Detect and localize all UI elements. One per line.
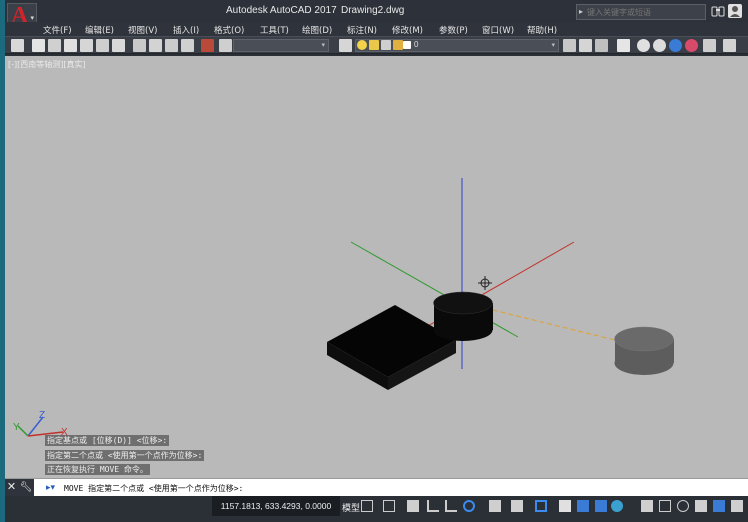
binoculars-icon[interactable] — [711, 5, 725, 17]
saveas-icon[interactable] — [80, 39, 93, 52]
realistic-icon[interactable] — [653, 39, 666, 52]
wrench-icon[interactable]: 🔧︎ — [18, 479, 34, 496]
isolate-icon[interactable] — [695, 500, 707, 512]
menu-window[interactable]: 窗口(W) — [482, 24, 514, 36]
workspace-switch-icon[interactable] — [659, 500, 671, 512]
make-current-icon[interactable] — [563, 39, 576, 52]
unlock-icon[interactable] — [393, 40, 403, 50]
ucs-y-label: Y — [13, 422, 20, 433]
menu-file[interactable]: 文件(F) — [43, 24, 72, 36]
title-bar: Autodesk AutoCAD 2017 Drawing2.dwg ▸ — [5, 0, 748, 22]
save-icon[interactable] — [64, 39, 77, 52]
menu-help[interactable]: 帮助(H) — [527, 24, 557, 36]
layer-properties-icon[interactable] — [339, 39, 352, 52]
ucs-icon: Z X Y — [13, 410, 68, 438]
status-bar: 1157.1813, 633.4293, 0.0000 模型 — [5, 496, 748, 522]
search-box[interactable]: ▸ — [576, 4, 706, 20]
drawing-viewport[interactable]: [-][西南等轴测][真实] Z X Y 指定基点或 [位移(D)] <位移>:… — [5, 56, 748, 478]
menu-dimension[interactable]: 标注(N) — [347, 24, 377, 36]
menu-insert[interactable]: 插入(I) — [173, 24, 199, 36]
history-line-3: 正在恢复执行 MOVE 命令。 — [45, 464, 150, 475]
ghost-cylinder-bottom — [614, 351, 674, 375]
layer-color-swatch — [403, 41, 411, 49]
infer-icon[interactable] — [407, 500, 419, 512]
lightbulb-icon[interactable] — [357, 40, 367, 50]
object-snap-icon[interactable] — [511, 500, 523, 512]
ucs-icon[interactable] — [723, 39, 736, 52]
layer-name: 0 — [414, 40, 419, 49]
menu-bar: 文件(F) 编辑(E) 视图(V) 插入(I) 格式(O) 工具(T) 绘图(D… — [5, 22, 748, 36]
command-prompt-icon[interactable]: ▸▾ — [34, 479, 60, 496]
copy-icon[interactable] — [149, 39, 162, 52]
annotation-icon[interactable] — [641, 500, 653, 512]
cut-icon[interactable] — [133, 39, 146, 52]
ortho-icon[interactable] — [427, 500, 439, 512]
autocad-window: Autodesk AutoCAD 2017 Drawing2.dwg ▸ A ▾… — [5, 0, 748, 522]
conceptual-icon[interactable] — [669, 39, 682, 52]
selection-cycling-icon[interactable] — [577, 500, 589, 512]
chevron-down-icon: ▾ — [321, 42, 325, 49]
menu-draw[interactable]: 绘图(D) — [302, 24, 332, 36]
lineweight-icon[interactable] — [535, 500, 547, 512]
toolbar: ▾ ▾ 0 — [5, 36, 748, 54]
history-line-2: 指定第二个点或 <使用第一个点作为位移>: — [45, 450, 205, 461]
hatch-icon[interactable] — [219, 39, 232, 52]
command-line[interactable]: ✕ 🔧︎ ▸▾ MOVE 指定第二个点或 <使用第一个点作为位移>: — [5, 478, 748, 496]
menu-tools[interactable]: 工具(T) — [260, 24, 289, 36]
cylinder-bottom — [433, 319, 493, 341]
chevron-down-icon: ▾ — [551, 42, 555, 49]
ghost-cylinder-top — [614, 326, 674, 352]
render-icon[interactable] — [703, 39, 716, 52]
close-icon[interactable]: ✕ — [5, 479, 18, 496]
paste-icon[interactable] — [165, 39, 178, 52]
customize-icon[interactable] — [731, 500, 743, 512]
menu-edit[interactable]: 编辑(E) — [85, 24, 114, 36]
osnap-tracking-icon[interactable] — [489, 500, 501, 512]
lock-icon[interactable] — [381, 40, 391, 50]
3d-osnap-icon[interactable] — [595, 500, 607, 512]
open-icon[interactable] — [48, 39, 61, 52]
transparency-icon[interactable] — [559, 500, 571, 512]
history-line-1: 指定基点或 [位移(D)] <位移>: — [45, 435, 170, 446]
visual-style-icon[interactable] — [617, 39, 630, 52]
ucs-z-label: Z — [39, 410, 45, 421]
print-icon[interactable] — [96, 39, 109, 52]
layer-state-icon[interactable] — [595, 39, 608, 52]
search-input[interactable] — [587, 6, 703, 18]
sun-icon[interactable] — [369, 40, 379, 50]
hardware-acceleration-icon[interactable] — [713, 500, 725, 512]
publish-icon[interactable] — [201, 39, 214, 52]
new-icon[interactable] — [32, 39, 45, 52]
chevron-right-icon: ▸ — [579, 7, 584, 16]
menu-format[interactable]: 格式(O) — [214, 24, 244, 36]
polar-icon[interactable] — [445, 500, 457, 512]
app-title: Autodesk AutoCAD 2017 — [226, 5, 337, 16]
gear-icon[interactable] — [677, 500, 689, 512]
grid-icon[interactable] — [361, 500, 373, 512]
cylinder-top — [433, 291, 493, 315]
chevron-down-icon: ▾ — [30, 15, 34, 22]
isodraft-icon[interactable] — [463, 500, 475, 512]
coordinate-readout[interactable]: 1157.1813, 633.4293, 0.0000 — [212, 496, 340, 516]
workspace-dropdown[interactable]: ▾ — [233, 39, 329, 52]
shaded-icon[interactable] — [637, 39, 650, 52]
snap-icon[interactable] — [383, 500, 395, 512]
command-input[interactable]: MOVE 指定第二个点或 <使用第一个点作为位移>: — [64, 483, 243, 494]
menu-modify[interactable]: 修改(M) — [392, 24, 423, 36]
user-icon[interactable] — [728, 4, 742, 18]
match-icon[interactable] — [181, 39, 194, 52]
layer-previous-icon[interactable] — [579, 39, 592, 52]
workspace-icon[interactable] — [11, 39, 24, 52]
material-icon[interactable] — [685, 39, 698, 52]
preview-icon[interactable] — [112, 39, 125, 52]
drawing-canvas[interactable]: Z X Y — [5, 56, 748, 478]
document-title: Drawing2.dwg — [341, 5, 405, 16]
model-space-button[interactable]: 模型 — [342, 501, 360, 514]
menu-view[interactable]: 视图(V) — [128, 24, 157, 36]
dynamic-ucs-icon[interactable] — [611, 500, 623, 512]
menu-parametric[interactable]: 参数(P) — [439, 24, 468, 36]
